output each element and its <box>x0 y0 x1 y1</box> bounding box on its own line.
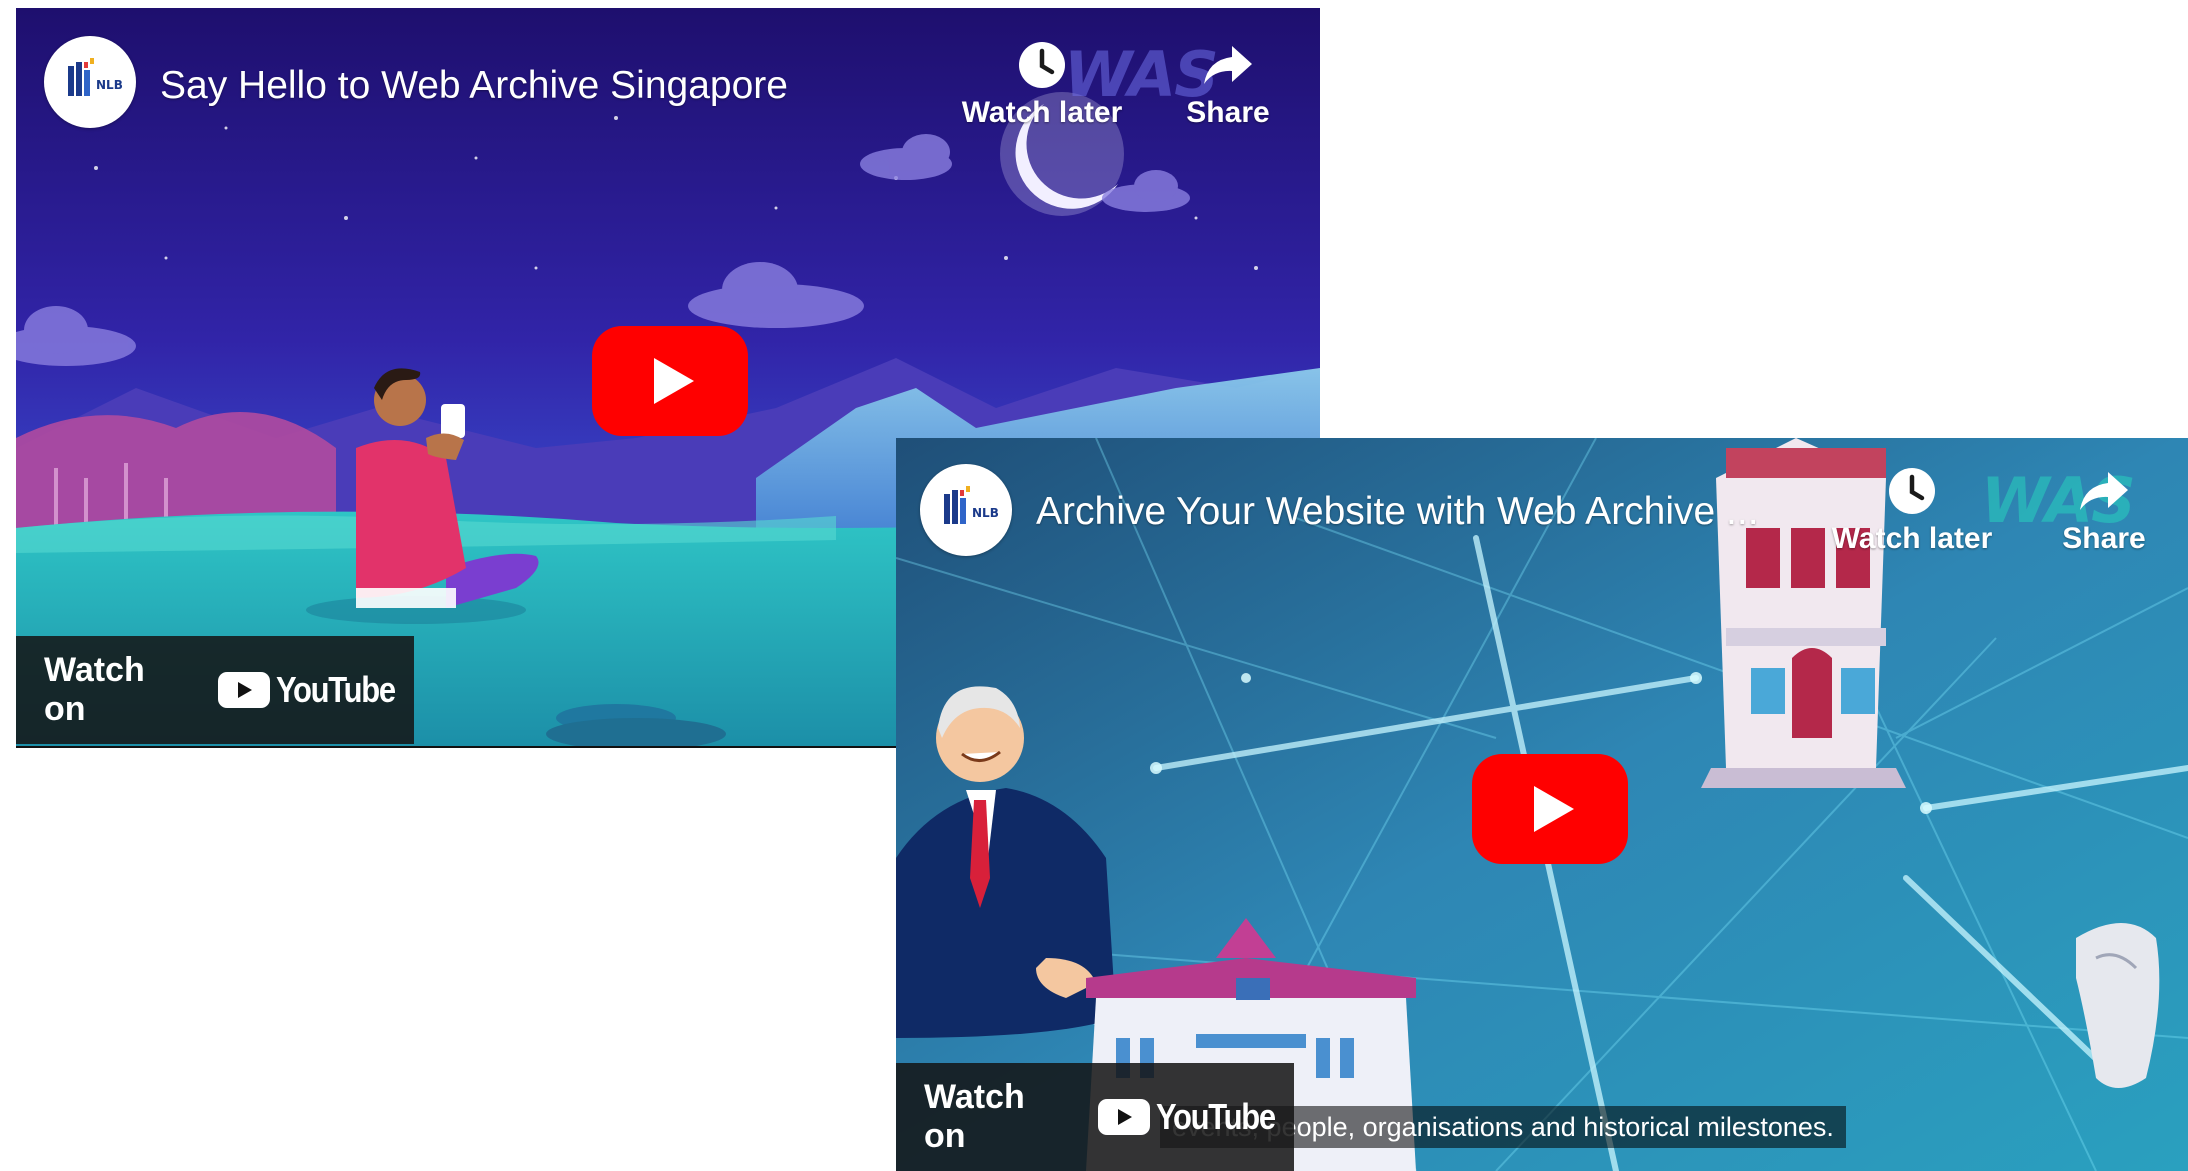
play-button[interactable] <box>1472 754 1628 864</box>
video-embed-archive-your-website[interactable]: NLB Archive Your Website with Web Archiv… <box>896 438 2188 1171</box>
watch-later-label: Watch later <box>961 96 1123 129</box>
watch-on-label: Watch on <box>44 651 145 728</box>
watch-on-label: Watch on <box>924 1078 1025 1155</box>
share-arrow-icon <box>2080 472 2128 510</box>
channel-avatar[interactable]: NLB <box>920 464 1012 556</box>
share-label: Share <box>1186 96 1270 129</box>
watch-later-button[interactable]: Watch later <box>950 40 1134 130</box>
play-button[interactable] <box>592 326 748 436</box>
youtube-logo-icon <box>1097 1099 1150 1135</box>
clock-icon <box>1019 42 1065 88</box>
share-label: Share <box>2062 522 2146 555</box>
share-button[interactable]: Share <box>1168 40 1288 130</box>
video-title[interactable]: Say Hello to Web Archive Singapore <box>160 64 920 108</box>
watch-later-label: Watch later <box>1831 522 1993 555</box>
share-button[interactable]: Share <box>2044 466 2164 556</box>
clock-icon <box>1889 468 1935 514</box>
youtube-logo: YouTube <box>217 669 414 711</box>
youtube-wordmark: YouTube <box>1155 1096 1276 1137</box>
video-title[interactable]: Archive Your Website with Web Archive ..… <box>1036 490 1806 534</box>
nlb-logo-text: NLB <box>96 78 123 92</box>
watch-on-youtube-button[interactable]: Watch on YouTube <box>896 1063 1294 1171</box>
nlb-logo-text: NLB <box>972 506 999 520</box>
watch-on-youtube-button[interactable]: Watch on YouTube <box>16 636 414 744</box>
channel-avatar[interactable]: NLB <box>44 36 136 128</box>
watch-later-button[interactable]: Watch later <box>1820 466 2004 556</box>
youtube-wordmark: YouTube <box>275 669 396 710</box>
youtube-logo: YouTube <box>1097 1096 1294 1138</box>
youtube-logo-icon <box>217 672 270 708</box>
share-arrow-icon <box>1204 46 1252 84</box>
